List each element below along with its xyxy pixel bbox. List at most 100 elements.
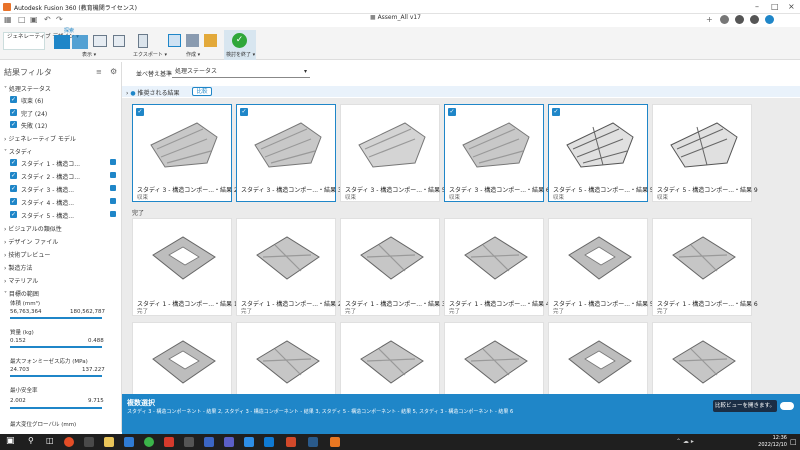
list-view-icon[interactable] [113,35,125,47]
create-table-icon[interactable] [168,34,181,47]
create-folder-icon[interactable] [204,34,217,47]
checkbox-study-1[interactable]: ✓ [10,159,17,166]
result-checkbox[interactable]: ✓ [552,108,560,116]
teams-icon[interactable] [224,437,234,447]
maximize-icon[interactable]: □ [771,2,779,12]
result-card[interactable]: ✓ スタディ 3 - 構造コンポー...・結果 2 収束 [132,104,238,202]
filter-section-tech-preview[interactable]: › 技術プレビュー [4,250,50,259]
volume-max[interactable]: 180,562,787 [70,309,105,315]
system-tray-icons[interactable]: ⌃ ☁ ▸ [676,438,694,445]
result-card[interactable]: ✓ スタディ 3 - 構造コンポー...・結果 6 収束 [444,104,550,202]
taskbar-app-icon[interactable] [244,437,254,447]
filter-section-design-file[interactable]: › デザイン ファイル [4,237,58,246]
clock-time[interactable]: 12:36 [757,435,787,441]
recommended-results-toggle[interactable]: › ● 推奨される結果 [126,88,180,97]
create-design-icon[interactable] [186,34,199,47]
volume-range-slider[interactable] [10,317,102,319]
checkbox-converged[interactable]: ✓ [10,96,17,103]
result-thumbnail [462,122,530,168]
create-menu[interactable]: 作成 ▾ [186,51,200,58]
user-avatar[interactable] [765,15,774,24]
notifications-icon[interactable] [735,15,744,24]
result-card[interactable]: スタディ 1 - 構造コンポー...・結果 2 完了 [236,218,342,316]
safety-min[interactable]: 2.002 [10,398,26,404]
filter-section-objectives[interactable]: ˅ 目標の範囲 [4,289,39,298]
checkbox-study-4[interactable]: ✓ [10,198,17,205]
export-menu[interactable]: エクスポート ▾ [133,51,167,58]
word-icon[interactable] [204,437,214,447]
result-card[interactable]: ✓ スタディ 5 - 構造コンポー...・結果 5 収束 [548,104,654,202]
gear-icon[interactable]: ⚙ [110,67,117,76]
volume-min[interactable]: 56,763,364 [10,309,42,315]
table-view-icon[interactable] [93,35,107,47]
checkbox-study-2[interactable]: ✓ [10,172,17,179]
close-icon[interactable]: × [788,2,795,12]
checkbox-study-3[interactable]: ✓ [10,185,17,192]
taskbar-app-icon[interactable] [64,437,74,447]
stress-min[interactable]: 24.703 [10,367,29,373]
filter-section-manufacturing[interactable]: › 製造方法 [4,263,32,272]
filter-section-status[interactable]: ˅ 処理ステータス [4,84,51,93]
result-card[interactable]: ✓ スタディ 3 - 構造コンポー...・結果 3 [236,104,342,202]
safety-range-slider[interactable] [10,407,102,409]
result-card[interactable]: スタディ 1 - 構造コンポー...・結果 3 完了 [340,218,446,316]
result-card[interactable]: スタディ 1 - 構造コンポー...・結果 5 完了 [548,218,654,316]
edge-icon[interactable] [124,437,134,447]
taskbar-app-icon[interactable] [264,437,274,447]
result-card[interactable]: スタディ 1 - 構造コンポー...・結果 1 完了 [132,218,238,316]
powerpoint-icon[interactable] [286,437,296,447]
compare-view-toggle[interactable] [780,402,794,410]
result-card[interactable]: スタディ 1 - 構造コンポー...・結果 6 完了 [652,218,758,316]
file-icon[interactable]: □ [18,15,26,24]
document-tab[interactable]: ■ Assem_All v17 [370,14,442,26]
filter-section-material[interactable]: › マテリアル [4,276,38,285]
sort-dropdown[interactable]: 処理ステータス ▾ [172,66,310,78]
notification-center-icon[interactable]: □ [790,438,797,446]
job-status-icon[interactable] [720,15,729,24]
undo-icon[interactable]: ↶ [44,15,51,24]
help-icon[interactable] [750,15,759,24]
task-view-icon[interactable]: ◫ [46,436,54,445]
result-card[interactable]: スタディ 3 - 構造コンポー...・結果 5 収束 [340,104,446,202]
stress-max[interactable]: 137.227 [82,367,105,373]
result-checkbox[interactable]: ✓ [240,108,248,116]
windows-start-icon[interactable]: ▣ [6,436,15,446]
minimize-icon[interactable]: – [755,2,759,12]
stress-range-slider[interactable] [10,375,102,377]
display-menu[interactable]: 表示 ▾ [82,51,96,58]
compare-button[interactable]: 比較 [192,87,212,96]
mass-max[interactable]: 0.488 [88,338,104,344]
checkbox-completed[interactable]: ✓ [10,109,17,116]
checkbox-failed[interactable]: ✓ [10,121,17,128]
redo-icon[interactable]: ↷ [56,15,63,24]
save-icon[interactable]: ▣ [30,15,38,24]
grid-menu-icon[interactable]: ▦ [4,15,12,24]
clock-date[interactable]: 2022/12/10 [747,442,787,448]
taskbar-app-icon[interactable] [184,437,194,447]
chrome-icon[interactable] [144,437,154,447]
checkbox-study-5[interactable]: ✓ [10,211,17,218]
file-explorer-icon[interactable] [104,437,114,447]
taskbar-app-icon[interactable] [164,437,174,447]
tile-view-icon[interactable] [72,35,88,49]
taskbar-app-icon[interactable] [308,437,318,447]
new-tab-icon[interactable]: + [706,15,713,24]
filter-section-generative-model[interactable]: › ジェネレーティブ モデル [4,134,76,143]
workspace-switcher[interactable]: ジェネレーティブ デザイン ▾ [3,32,79,50]
filter-section-studies[interactable]: ˅ スタディ [4,147,33,156]
safety-max[interactable]: 9.715 [88,398,104,404]
result-checkbox[interactable]: ✓ [136,108,144,116]
result-checkbox[interactable]: ✓ [448,108,456,116]
result-card[interactable]: スタディ 5 - 構造コンポー...・結果 9 収束 [652,104,758,202]
export-icon[interactable] [138,34,148,48]
taskbar-app-icon[interactable] [84,437,94,447]
mass-min[interactable]: 0.152 [10,338,26,344]
search-icon[interactable]: ⚲ [28,436,34,445]
fusion-taskbar-icon[interactable] [330,437,340,447]
tab-explore[interactable]: 探索 [64,27,74,34]
mass-range-slider[interactable] [10,346,102,348]
result-card[interactable]: スタディ 1 - 構造コンポー...・結果 4 完了 [444,218,550,316]
filter-section-visual-similarity[interactable]: › ビジュアルの類似性 [4,224,62,233]
grid-view-icon[interactable] [54,35,70,49]
filter-settings-icon[interactable]: ≡ [96,68,102,76]
